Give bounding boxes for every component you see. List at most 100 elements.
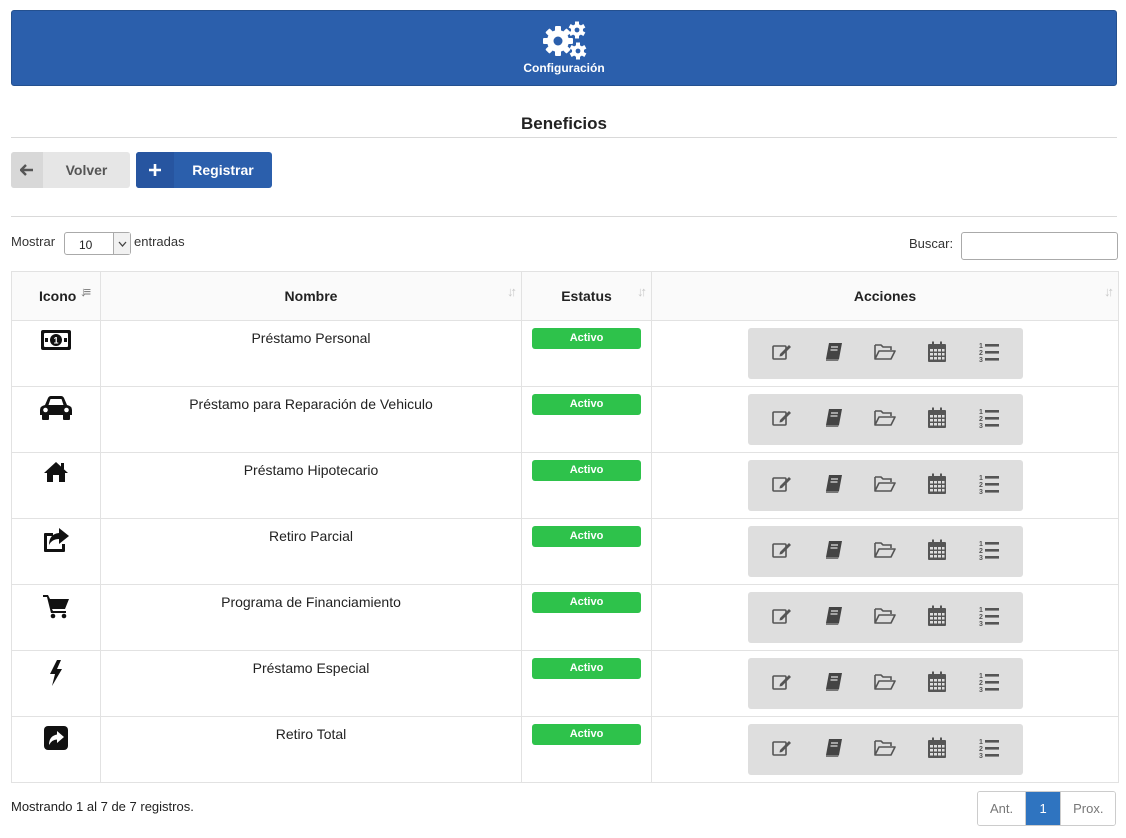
folder-open-action-button[interactable] <box>867 534 903 570</box>
column-header-label: Acciones <box>853 288 917 304</box>
search-input[interactable] <box>961 232 1118 260</box>
calendar-action-button[interactable] <box>919 336 955 372</box>
svg-text:3: 3 <box>979 753 983 759</box>
folder-open-action-button[interactable] <box>867 732 903 768</box>
edit-icon <box>771 342 793 365</box>
page-button-current[interactable]: 1 <box>1025 792 1061 825</box>
book-icon <box>824 408 844 431</box>
row-actions-cell: 123 <box>651 716 1119 783</box>
edit-action-button[interactable] <box>764 402 800 438</box>
edit-action-button[interactable] <box>764 336 800 372</box>
edit-action-button[interactable] <box>764 534 800 570</box>
folder-open-action-button[interactable] <box>867 402 903 438</box>
book-icon <box>824 474 844 497</box>
calendar-action-button[interactable] <box>919 732 955 768</box>
calendar-action-button[interactable] <box>919 402 955 438</box>
ordered-list-action-button[interactable]: 123 <box>971 336 1007 372</box>
ordered-list-icon: 123 <box>978 407 1000 432</box>
column-header-acciones[interactable]: Acciones ↓↑ <box>651 271 1119 321</box>
book-action-button[interactable] <box>816 468 852 504</box>
calendar-action-button[interactable] <box>919 468 955 504</box>
entries-select[interactable]: 10 <box>64 232 131 255</box>
svg-text:1: 1 <box>979 541 983 548</box>
ordered-list-action-button[interactable]: 123 <box>971 666 1007 702</box>
car-icon <box>39 396 73 424</box>
row-actions-cell: 123 <box>651 650 1119 717</box>
home-icon <box>43 462 69 486</box>
row-status-cell: Activo <box>521 716 652 783</box>
book-icon <box>824 738 844 761</box>
register-button[interactable]: Registrar <box>136 152 272 188</box>
calendar-icon <box>927 539 947 564</box>
ordered-list-action-button[interactable]: 123 <box>971 468 1007 504</box>
calendar-icon <box>927 605 947 630</box>
row-status-cell: Activo <box>521 320 652 387</box>
edit-action-button[interactable] <box>764 600 800 636</box>
arrow-left-icon <box>11 152 43 188</box>
edit-icon <box>771 540 793 563</box>
edit-action-button[interactable] <box>764 666 800 702</box>
header-title: Configuración <box>523 61 605 75</box>
status-badge: Activo <box>532 658 641 679</box>
back-button[interactable]: Volver <box>11 152 130 188</box>
ordered-list-action-button[interactable]: 123 <box>971 600 1007 636</box>
column-header-label: Nombre <box>284 288 338 304</box>
pagination: Ant. 1 Prox. <box>977 791 1117 826</box>
action-button-group: 123 <box>748 724 1023 775</box>
column-header-nombre[interactable]: Nombre ↓↑ <box>100 271 522 321</box>
column-header-icono[interactable]: Icono ↓≡ <box>11 271 101 321</box>
prev-page-button[interactable]: Ant. <box>978 792 1026 825</box>
folder-open-action-button[interactable] <box>867 600 903 636</box>
ordered-list-action-button[interactable]: 123 <box>971 534 1007 570</box>
book-action-button[interactable] <box>816 666 852 702</box>
ordered-list-action-button[interactable]: 123 <box>971 402 1007 438</box>
folder-open-icon <box>873 343 897 364</box>
sort-icon: ↓↑ <box>637 284 647 299</box>
svg-text:3: 3 <box>979 357 983 363</box>
divider <box>11 137 1117 138</box>
edit-action-button[interactable] <box>764 732 800 768</box>
table-row: Programa de Financiamiento Activo 1 2 3 <box>11 584 1119 651</box>
table-row: Retiro Parcial Activo 1 2 3 <box>11 518 1119 585</box>
folder-open-icon <box>873 673 897 694</box>
svg-text:3: 3 <box>979 489 983 495</box>
next-page-button[interactable]: Prox. <box>1060 792 1116 825</box>
svg-text:2: 2 <box>979 614 983 621</box>
edit-action-button[interactable] <box>764 468 800 504</box>
edit-icon <box>771 738 793 761</box>
action-button-group: 123 <box>748 592 1023 643</box>
calendar-action-button[interactable] <box>919 666 955 702</box>
svg-text:2: 2 <box>979 548 983 555</box>
row-name: Programa de Financiamiento <box>100 584 522 651</box>
edit-icon <box>771 672 793 695</box>
folder-open-action-button[interactable] <box>867 336 903 372</box>
book-action-button[interactable] <box>816 600 852 636</box>
folder-open-action-button[interactable] <box>867 468 903 504</box>
row-icon-cell <box>11 386 101 453</box>
row-status-cell: Activo <box>521 650 652 717</box>
ordered-list-icon: 123 <box>978 341 1000 366</box>
book-action-button[interactable] <box>816 534 852 570</box>
book-icon <box>824 342 844 365</box>
ordered-list-action-button[interactable]: 123 <box>971 732 1007 768</box>
action-button-group: 123 <box>748 526 1023 577</box>
table-row: Préstamo Hipotecario Activo 1 2 3 <box>11 452 1119 519</box>
calendar-action-button[interactable] <box>919 534 955 570</box>
book-action-button[interactable] <box>816 336 852 372</box>
folder-open-action-button[interactable] <box>867 666 903 702</box>
calendar-action-button[interactable] <box>919 600 955 636</box>
folder-open-icon <box>873 739 897 760</box>
sort-icon: ↓↑ <box>507 284 517 299</box>
calendar-icon <box>927 407 947 432</box>
row-name: Préstamo Especial <box>100 650 522 717</box>
column-header-label: Icono <box>39 288 77 304</box>
action-button-group: 123 <box>748 328 1023 379</box>
row-name: Retiro Total <box>100 716 522 783</box>
edit-icon <box>771 606 793 629</box>
config-header[interactable]: Configuración <box>11 10 1117 86</box>
plus-icon <box>136 152 174 188</box>
column-header-estatus[interactable]: Estatus ↓↑ <box>521 271 652 321</box>
book-action-button[interactable] <box>816 732 852 768</box>
table-body: 1 Préstamo Personal Activo 1 2 3 Préstamo para… <box>11 320 1119 783</box>
book-action-button[interactable] <box>816 402 852 438</box>
